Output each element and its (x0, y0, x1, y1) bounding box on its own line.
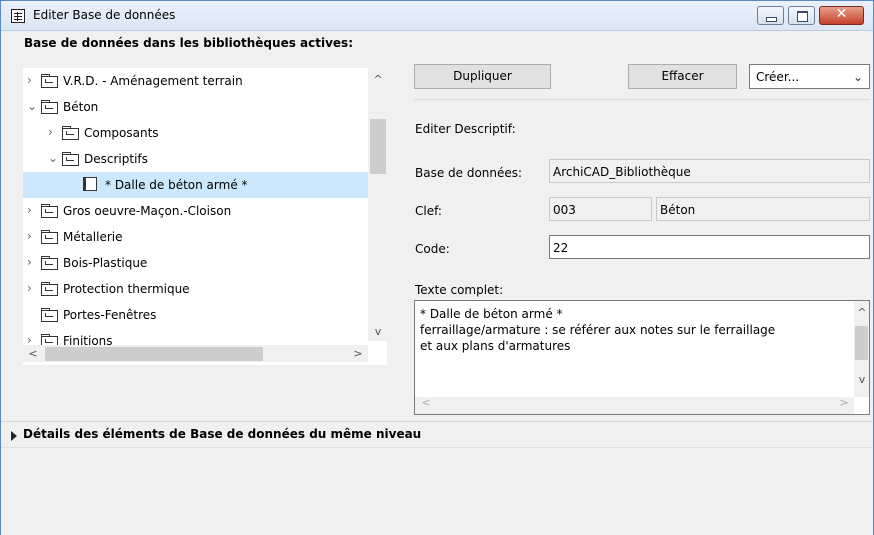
folder-icon (41, 74, 58, 88)
minimize-button[interactable] (757, 6, 784, 25)
tree-item[interactable]: › Bois-Plastique (23, 250, 368, 276)
dialog-window: Editer Base de données ✕ Base de données… (0, 0, 874, 535)
folder-book-icon (62, 152, 79, 166)
tree-item-label: Composants (84, 126, 159, 140)
tree-item[interactable]: Portes-Fenêtres (23, 302, 368, 328)
create-dropdown[interactable]: Créer... ⌄ (749, 64, 870, 89)
tree-item[interactable]: › Métallerie (23, 224, 368, 250)
details-panel (1, 447, 873, 535)
tree-item-label: * Dalle de béton armé * (105, 178, 248, 192)
folder-grid-icon (62, 126, 79, 140)
scroll-down-icon[interactable]: v (855, 373, 869, 386)
key-code-field: 003 (549, 197, 652, 221)
title-bar[interactable]: Editer Base de données ✕ (1, 1, 873, 31)
scroll-left-icon[interactable]: < (419, 396, 433, 409)
folder-icon (41, 256, 58, 270)
chevron-right-icon[interactable]: › (27, 256, 37, 268)
chevron-right-icon[interactable]: › (27, 74, 37, 86)
scroll-right-icon[interactable]: > (837, 396, 851, 409)
scroll-down-icon[interactable]: v (371, 325, 385, 338)
book-icon (83, 177, 97, 191)
section-divider (1, 421, 873, 422)
tree-item-label: Descriptifs (84, 152, 148, 166)
chevron-down-icon[interactable]: ⌄ (48, 152, 58, 164)
tree-item[interactable]: › Protection thermique (23, 276, 368, 302)
close-button[interactable]: ✕ (819, 6, 864, 25)
tree-vertical-scrollbar[interactable] (368, 68, 387, 341)
tree-item-label: V.R.D. - Aménagement terrain (63, 74, 243, 88)
tree-vertical-scroll-thumb[interactable] (370, 119, 386, 174)
database-tree[interactable]: › V.R.D. - Aménagement terrain ⌄ Béton › Comp… (23, 68, 387, 365)
tree-item-label: Métallerie (63, 230, 123, 244)
folder-icon (41, 204, 58, 218)
scroll-left-icon[interactable]: < (26, 347, 40, 360)
chevron-right-icon[interactable]: › (48, 126, 58, 138)
text-vertical-scroll-thumb[interactable] (855, 326, 868, 360)
tree-horizontal-scroll-thumb[interactable] (45, 347, 263, 361)
chevron-down-icon[interactable]: ⌄ (27, 100, 37, 112)
tree-item-label: Gros oeuvre-Maçon.-Cloison (63, 204, 232, 218)
chevron-down-icon: ⌄ (852, 70, 863, 84)
code-input[interactable]: 22 (549, 235, 870, 259)
full-text-content: * Dalle de béton armé * ferraillage/arma… (420, 307, 776, 353)
expand-triangle-icon[interactable] (11, 431, 17, 441)
tree-item[interactable]: ⌄ Béton (23, 94, 368, 120)
create-dropdown-value: Créer... (756, 70, 800, 84)
chevron-right-icon[interactable]: › (27, 282, 37, 294)
chevron-right-icon[interactable]: › (27, 204, 37, 216)
tree-item-label: Protection thermique (63, 282, 190, 296)
text-horizontal-scrollbar[interactable] (415, 397, 854, 414)
folder-icon (41, 100, 58, 114)
folder-icon (41, 308, 58, 322)
maximize-button[interactable] (788, 6, 815, 25)
delete-button[interactable]: Effacer (628, 64, 737, 89)
tree-item[interactable]: ⌄ Descriptifs (23, 146, 368, 172)
key-name-field: Béton (656, 197, 870, 221)
database-label: Base de données: (415, 166, 523, 180)
folder-icon (41, 230, 58, 244)
key-label: Clef: (415, 204, 442, 218)
full-text-label: Texte complet: (415, 283, 504, 297)
code-label: Code: (415, 242, 450, 256)
database-field: ArchiCAD_Bibliothèque (549, 159, 870, 183)
scroll-up-icon[interactable]: ^ (855, 306, 869, 319)
window-title: Editer Base de données (33, 8, 176, 22)
tree-pane-title: Base de données dans les bibliothèques a… (24, 36, 353, 50)
tree-item[interactable]: * Dalle de béton armé * (23, 172, 368, 198)
folder-icon (41, 282, 58, 296)
close-icon: ✕ (835, 6, 848, 22)
duplicate-button[interactable]: Dupliquer (414, 64, 551, 89)
tree-item-label: Portes-Fenêtres (63, 308, 157, 322)
scroll-up-icon[interactable]: ^ (371, 73, 385, 86)
tree-item-label: Béton (63, 100, 99, 114)
details-section-toggle[interactable]: Détails des éléments de Base de données … (23, 427, 421, 441)
tree-item[interactable]: › Gros oeuvre-Maçon.-Cloison (23, 198, 368, 224)
database-icon (11, 9, 25, 23)
chevron-right-icon[interactable]: › (27, 230, 37, 242)
tree-item[interactable]: › V.R.D. - Aménagement terrain (23, 68, 368, 94)
tree-item[interactable]: › Composants (23, 120, 368, 146)
editor-heading: Editer Descriptif: (415, 122, 516, 136)
scroll-right-icon[interactable]: > (351, 347, 365, 360)
divider (414, 99, 870, 100)
tree-item-label: Bois-Plastique (63, 256, 148, 270)
